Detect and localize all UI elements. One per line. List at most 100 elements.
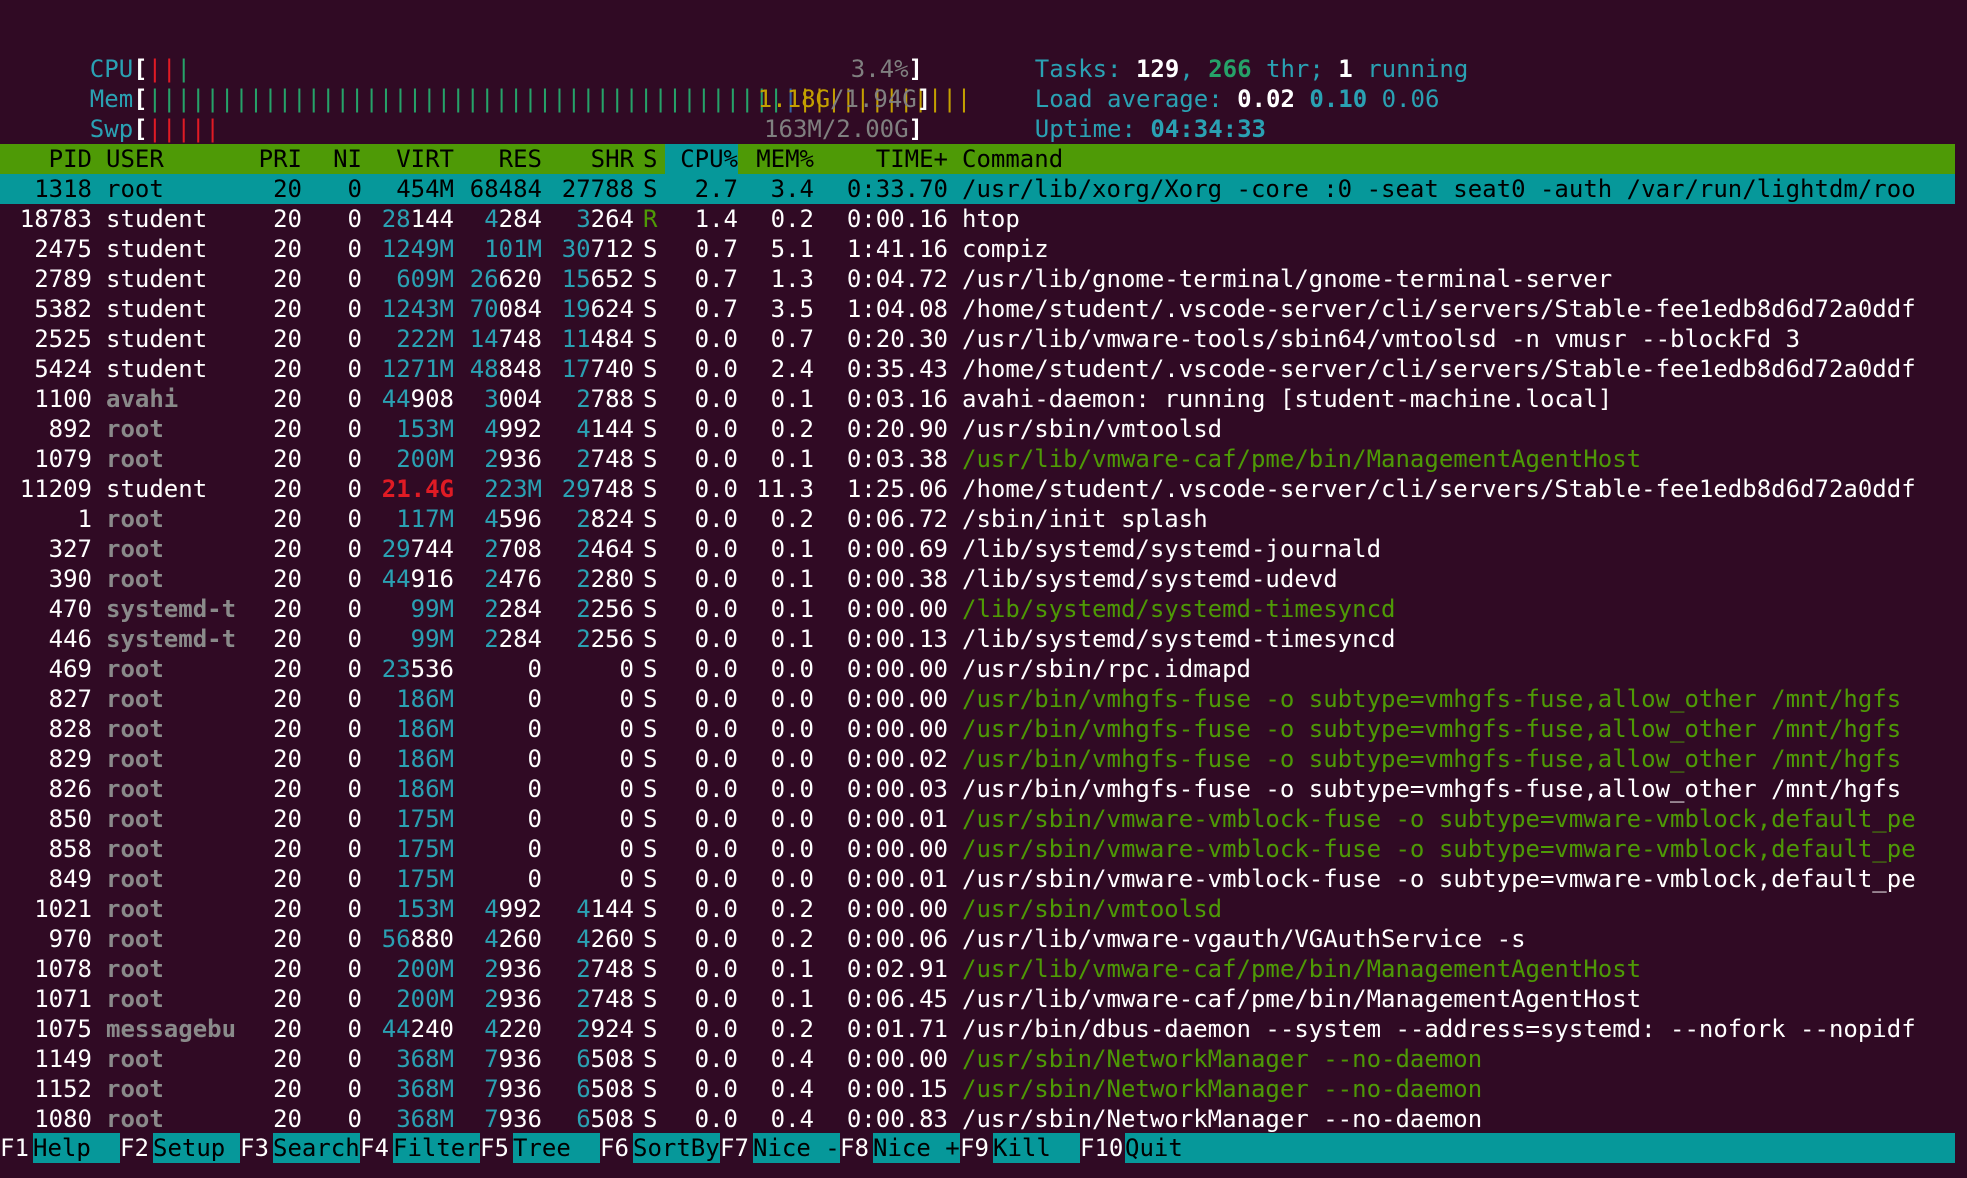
process-row[interactable]: 11209 student 20 0 21.4G 223M 29748 S 0.0 11.3 1:2… <box>0 474 1955 504</box>
process-mem-percent: 0.0 <box>770 865 814 893</box>
column-header-user[interactable]: USER <box>106 144 256 174</box>
process-mem-percent: 1.3 <box>770 265 814 293</box>
column-header-state[interactable]: S <box>643 144 665 174</box>
process-row[interactable]: 1071 root 20 0 200M 2936 2748 S 0.0 0.1 0:06.45/us… <box>0 984 1955 1014</box>
fkey-label-nice[interactable]: Nice - <box>753 1133 845 1163</box>
fkey-label-kill[interactable]: Kill <box>993 1133 1085 1163</box>
column-header-time[interactable]: TIME+ <box>814 144 948 174</box>
fkey-label-nice[interactable]: Nice + <box>873 1133 965 1163</box>
fkey-f7[interactable]: F7 <box>720 1133 753 1163</box>
process-state: S <box>643 475 658 503</box>
process-mem-percent: 0.0 <box>770 715 814 743</box>
process-command: /usr/sbin/rpc.idmapd <box>962 655 1251 683</box>
process-row[interactable]: 858 root 20 0 175M 0 0 S 0.0 0.0 0:00.00/usr/sbin/… <box>0 834 1955 864</box>
process-mem-percent: 0.1 <box>770 625 814 653</box>
process-virt: 99M <box>410 595 454 623</box>
fkey-label-tree[interactable]: Tree <box>513 1133 605 1163</box>
fkey-f4[interactable]: F4 <box>360 1133 393 1163</box>
process-user: root <box>106 985 164 1013</box>
process-row[interactable]: 1078 root 20 0 200M 2936 2748 S 0.0 0.1 0:02.91/us… <box>0 954 1955 984</box>
fkey-f1[interactable]: F1 <box>0 1133 33 1163</box>
process-priority: 20 <box>273 265 302 293</box>
process-row[interactable]: 827 root 20 0 186M 0 0 S 0.0 0.0 0:00.00/usr/bin/v… <box>0 684 1955 714</box>
process-virt: 222M <box>396 325 454 353</box>
column-header-mem-percent[interactable]: MEM% <box>738 144 814 174</box>
process-row[interactable]: 826 root 20 0 186M 0 0 S 0.0 0.0 0:00.03/usr/bin/v… <box>0 774 1955 804</box>
process-virt: 175M <box>396 865 454 893</box>
process-row[interactable]: 1021 root 20 0 153M 4992 4144 S 0.0 0.2 0:00.00/us… <box>0 894 1955 924</box>
process-row[interactable]: 470 systemd-t 20 0 99M 2284 2256 S 0.0 0.1 0:00.00… <box>0 594 1955 624</box>
process-row[interactable]: 327 root 20 0 29744 2708 2464 S 0.0 0.1 0:00.69/li… <box>0 534 1955 564</box>
fkey-label-help[interactable]: Help <box>33 1133 125 1163</box>
process-row[interactable]: 1 root 20 0 117M 4596 2824 S 0.0 0.2 0:06.72/sbin/… <box>0 504 1955 534</box>
fkey-f9[interactable]: F9 <box>960 1133 993 1163</box>
process-priority: 20 <box>273 865 302 893</box>
process-row[interactable]: 1100 avahi 20 0 44908 3004 2788 S 0.0 0.1 0:03.16 a… <box>0 384 1955 414</box>
process-row[interactable]: 469 root 20 0 23536 0 0 S 0.0 0.0 0:00.00/usr/sbin… <box>0 654 1955 684</box>
process-time: 0:20.90 <box>846 415 948 443</box>
fkey-label-sortby[interactable]: SortBy <box>633 1133 725 1163</box>
process-state: S <box>643 1045 658 1073</box>
fkey-f6[interactable]: F6 <box>600 1133 633 1163</box>
process-row[interactable]: 1149 root 20 0 368M 7936 6508 S 0.0 0.4 0:00.00/us… <box>0 1044 1955 1074</box>
process-row[interactable]: 1075 messagebu 20 0 44240 4220 2924 S 0.0 0.2 0:01… <box>0 1014 1955 1044</box>
process-nice: 0 <box>347 535 362 563</box>
process-priority: 20 <box>273 655 302 683</box>
process-mem-percent: 0.1 <box>770 385 814 413</box>
column-header-res[interactable]: RES <box>452 144 542 174</box>
process-row[interactable]: 446 systemd-t 20 0 99M 2284 2256 S 0.0 0.1 0:00.13… <box>0 624 1955 654</box>
process-row[interactable]: 828 root 20 0 186M 0 0 S 0.0 0.0 0:00.00/usr/bin/v… <box>0 714 1955 744</box>
swap-meter-label: Swp <box>89 115 134 143</box>
process-command: /usr/sbin/NetworkManager --no-daemon <box>962 1045 1483 1073</box>
process-user: student <box>106 475 208 503</box>
process-time: 0:00.03 <box>846 775 948 803</box>
column-header-virt[interactable]: VIRT <box>362 144 454 174</box>
process-row[interactable]: 892 root 20 0 153M 4992 4144 S 0.0 0.2 0:20.90/usr… <box>0 414 1955 444</box>
process-res: 7936 <box>484 1075 542 1103</box>
process-row[interactable]: 2525 student 20 0 222M 14748 11484 S 0.0 0.7 0:20.… <box>0 324 1955 354</box>
fkey-f2[interactable]: F2 <box>120 1133 153 1163</box>
column-header-pid[interactable]: PID <box>0 144 92 174</box>
process-command: /usr/sbin/vmware-vmblock-fuse -o subtype… <box>962 835 1916 863</box>
column-header-cpu-percent[interactable]: CPU% <box>665 144 738 174</box>
process-pid: 327 <box>48 535 92 563</box>
fkey-f10[interactable]: F10 <box>1080 1133 1125 1163</box>
process-row[interactable]: 829 root 20 0 186M 0 0 S 0.0 0.0 0:00.02/usr/bin/v… <box>0 744 1955 774</box>
fkey-label-filter[interactable]: Filter <box>393 1133 485 1163</box>
process-row[interactable]: 970 root 20 0 56880 4260 4260 S 0.0 0.2 0:00.06/us… <box>0 924 1955 954</box>
process-nice: 0 <box>347 805 362 833</box>
process-row[interactable]: 390 root 20 0 44916 2476 2280 S 0.0 0.1 0:00.38/li… <box>0 564 1955 594</box>
fkey-label-quit[interactable]: Quit <box>1125 1133 1195 1163</box>
fkey-f8[interactable]: F8 <box>840 1133 873 1163</box>
process-row[interactable]: 5424 student 20 0 1271M 48848 17740 S 0.0 2.4 0:35… <box>0 354 1955 384</box>
process-state: S <box>643 565 658 593</box>
fkey-f5[interactable]: F5 <box>480 1133 513 1163</box>
process-row[interactable]: 849 root 20 0 175M 0 0 S 0.0 0.0 0:00.01/usr/sbin/… <box>0 864 1955 894</box>
column-header-nice[interactable]: NI <box>300 144 362 174</box>
process-res: 14748 <box>469 325 542 353</box>
process-shr: 30712 <box>561 235 634 263</box>
process-res: 0 <box>527 655 542 683</box>
process-row[interactable]: 18783 student 20 0 28144 4284 3264 R 1.4 0.2 0:00.… <box>0 204 1955 234</box>
process-row[interactable]: 5382 student 20 0 1243M 70084 19624 S 0.7 3.5 1:04… <box>0 294 1955 324</box>
process-row[interactable]: 850 root 20 0 175M 0 0 S 0.0 0.0 0:00.01/usr/sbin/… <box>0 804 1955 834</box>
fkey-label-setup[interactable]: Setup <box>153 1133 245 1163</box>
process-row[interactable]: 1152 root 20 0 368M 7936 6508 S 0.0 0.4 0:00.15/us… <box>0 1074 1955 1104</box>
process-row[interactable]: 1079 root 20 0 200M 2936 2748 S 0.0 0.1 0:03.38/us… <box>0 444 1955 474</box>
process-cpu-percent: 0.0 <box>694 355 738 383</box>
process-res: 48848 <box>469 355 542 383</box>
process-row[interactable]: 1318 root 20 0 454M 68484 27788 S 2.7 3.4 0:33.70 /… <box>0 174 1955 204</box>
process-row[interactable]: 2789 student 20 0 609M 26620 15652 S 0.7 1.3 0:04.… <box>0 264 1955 294</box>
fkey-label-search[interactable]: Search <box>273 1133 365 1163</box>
fkey-f3[interactable]: F3 <box>240 1133 273 1163</box>
process-virt: 186M <box>396 775 454 803</box>
process-nice: 0 <box>347 865 362 893</box>
process-command: /usr/sbin/vmware-vmblock-fuse -o subtype… <box>962 805 1916 833</box>
column-header-shr[interactable]: SHR <box>542 144 634 174</box>
process-row[interactable]: 2475 student 20 0 1249M 101M 30712 S 0.7 5.1 1:41.… <box>0 234 1955 264</box>
process-nice: 0 <box>347 235 362 263</box>
process-row[interactable]: 1080 root 20 0 368M 7936 6508 S 0.0 0.4 0:00.83/us… <box>0 1104 1955 1134</box>
column-header-command[interactable]: Command <box>962 144 1955 174</box>
column-header-priority[interactable]: PRI <box>254 144 302 174</box>
process-mem-percent: 3.5 <box>770 295 814 323</box>
